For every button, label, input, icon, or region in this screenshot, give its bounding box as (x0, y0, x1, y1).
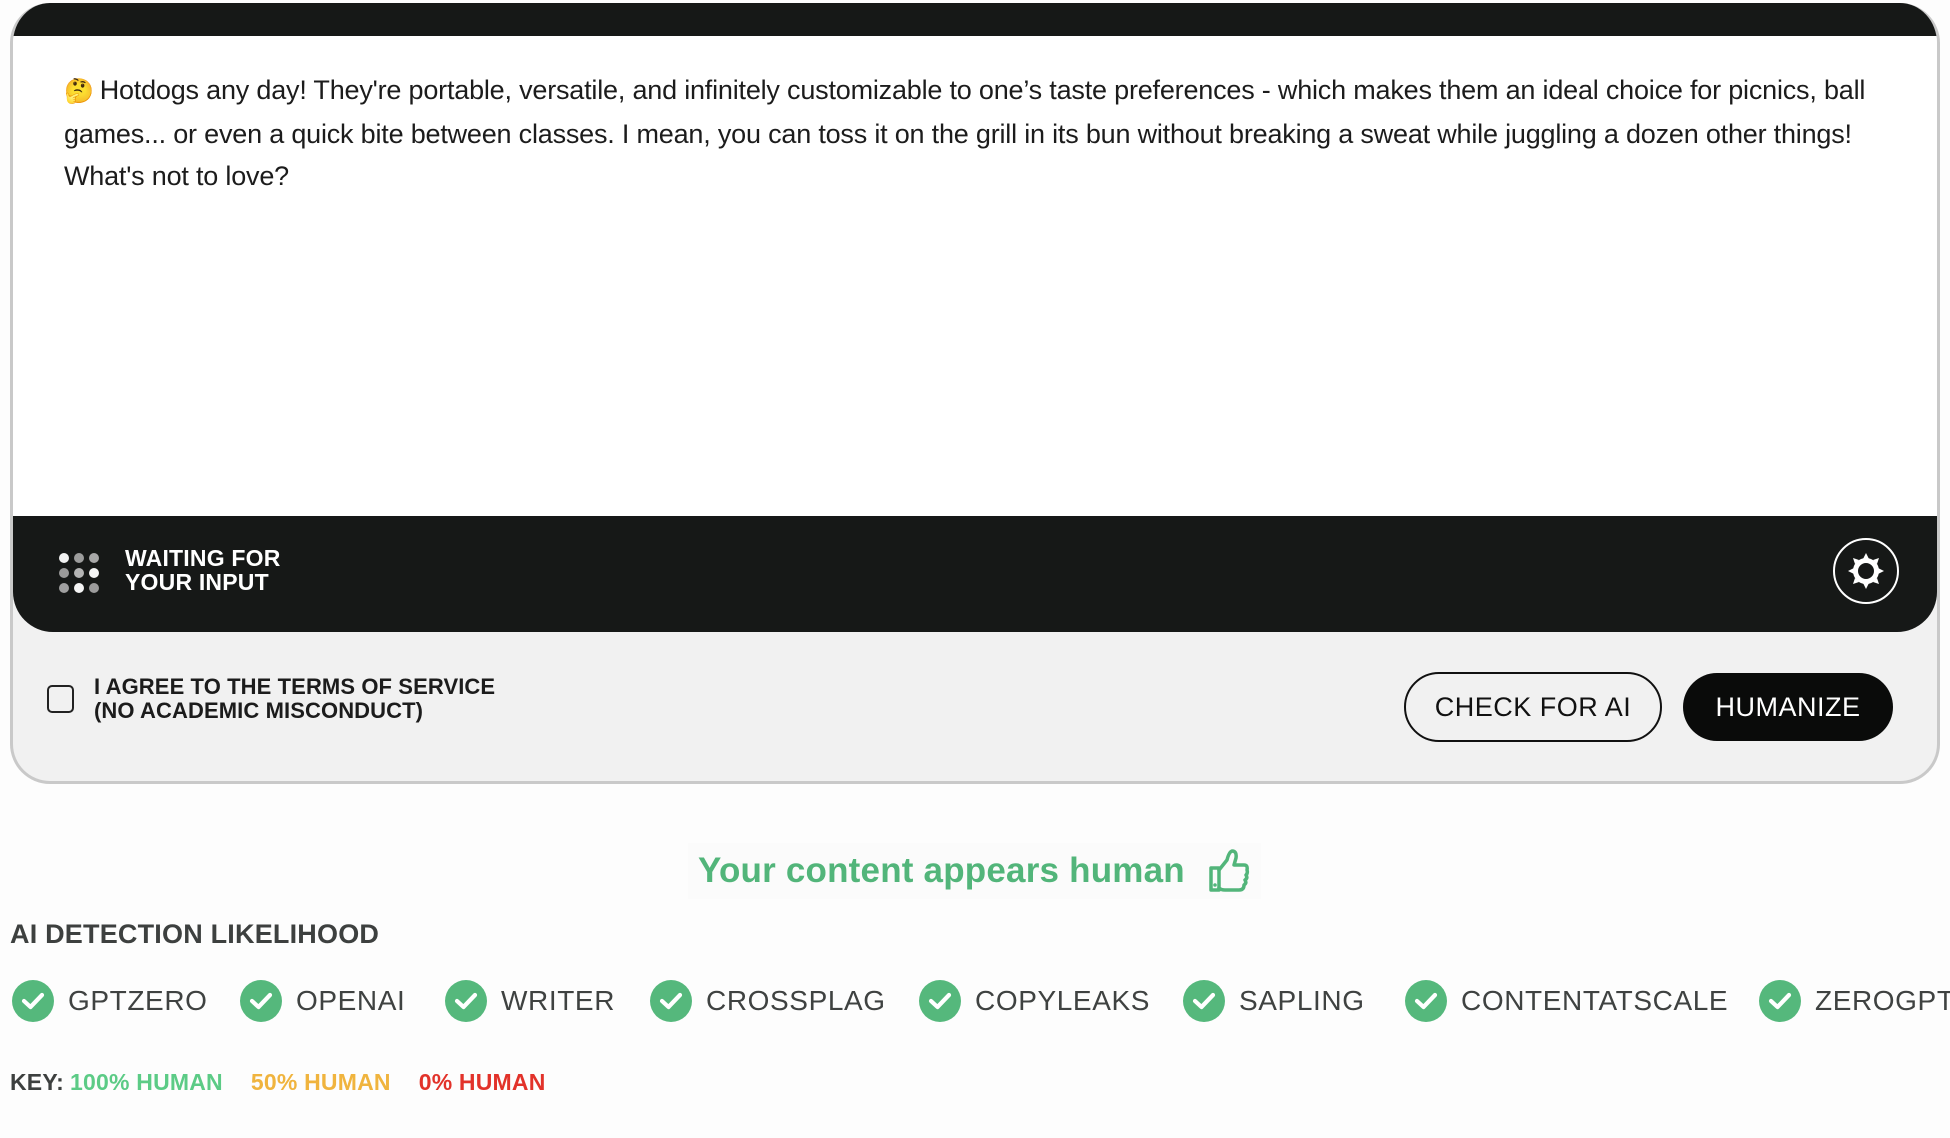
detector-name: GPTZERO (68, 985, 208, 1016)
detector-name: SAPLING (1239, 985, 1365, 1016)
terms-label-line-2: (NO ACADEMIC MISCONDUCT) (94, 698, 424, 723)
status-line-1: WAITING FOR (125, 545, 281, 571)
input-text: Hotdogs any day! They're portable, versa… (64, 75, 1866, 191)
terms-checkbox[interactable] (47, 685, 74, 713)
settings-button[interactable] (1833, 538, 1899, 604)
detector-item: CONTENTATSCALE (1405, 979, 1728, 1023)
check-circle-icon (445, 980, 487, 1022)
key-100-human: 100% HUMAN (70, 1069, 223, 1095)
check-circle-icon (919, 980, 961, 1022)
card-footer: I AGREE TO THE TERMS OF SERVICE (NO ACAD… (13, 632, 1937, 781)
detector-name: COPYLEAKS (975, 985, 1151, 1016)
check-circle-icon (1183, 980, 1225, 1022)
detector-name: WRITER (501, 985, 616, 1016)
detector-item: CROSSPLAG (650, 979, 886, 1023)
humanizer-card: 🤔 Hotdogs any day! They're portable, vers… (10, 3, 1940, 784)
check-for-ai-button[interactable]: CHECK FOR AI (1404, 672, 1662, 742)
terms-agreement[interactable]: I AGREE TO THE TERMS OF SERVICE (NO ACAD… (47, 675, 495, 723)
terms-label: I AGREE TO THE TERMS OF SERVICE (NO ACAD… (94, 675, 495, 723)
key-label: KEY: (10, 1069, 65, 1095)
detector-list: GPTZERO OPENAI WRITER CROSSPLAG COPYLEAKS SAP… (12, 979, 1950, 1023)
terms-label-line-1: I AGREE TO THE TERMS OF SERVICE (94, 674, 496, 699)
detector-item: SAPLING (1183, 979, 1365, 1023)
detector-item: WRITER (445, 979, 615, 1023)
humanize-button[interactable]: HUMANIZE (1683, 673, 1893, 741)
detector-name: ZEROGPT (1815, 985, 1950, 1016)
detector-name: CONTENTATSCALE (1461, 985, 1729, 1016)
result-message: Your content appears human (698, 851, 1185, 890)
check-circle-icon (12, 980, 54, 1022)
status-line-2: YOUR INPUT (125, 569, 269, 595)
check-circle-icon (650, 980, 692, 1022)
key-50-human: 50% HUMAN (250, 1069, 391, 1095)
ai-detection-title: AI DETECTION LIKELIHOOD (10, 919, 380, 949)
detector-name: OPENAI (296, 985, 406, 1016)
loading-dots-icon (59, 553, 99, 593)
detector-item: OPENAI (240, 979, 405, 1023)
check-circle-icon (1759, 980, 1801, 1022)
status-text: WAITING FOR YOUR INPUT (125, 546, 281, 594)
status-bar: WAITING FOR YOUR INPUT (13, 516, 1937, 632)
thumbs-up-icon (1207, 848, 1251, 894)
text-input-area[interactable]: 🤔 Hotdogs any day! They're portable, vers… (13, 36, 1937, 516)
detector-item: COPYLEAKS (919, 979, 1150, 1023)
key-0-human: 0% HUMAN (418, 1069, 546, 1095)
detector-item: GPTZERO (12, 979, 208, 1023)
result-banner: Your content appears human (688, 843, 1261, 899)
gear-icon (1848, 553, 1884, 589)
thinking-face-icon: 🤔 (64, 78, 94, 105)
detector-name: CROSSPLAG (706, 985, 886, 1016)
key-legend: KEY: 100% HUMAN 50% HUMAN 0% HUMAN (10, 1069, 574, 1096)
check-circle-icon (1405, 980, 1447, 1022)
check-circle-icon (240, 980, 282, 1022)
card-header-bar (13, 3, 1937, 36)
detector-item: ZEROGPT (1759, 979, 1950, 1023)
